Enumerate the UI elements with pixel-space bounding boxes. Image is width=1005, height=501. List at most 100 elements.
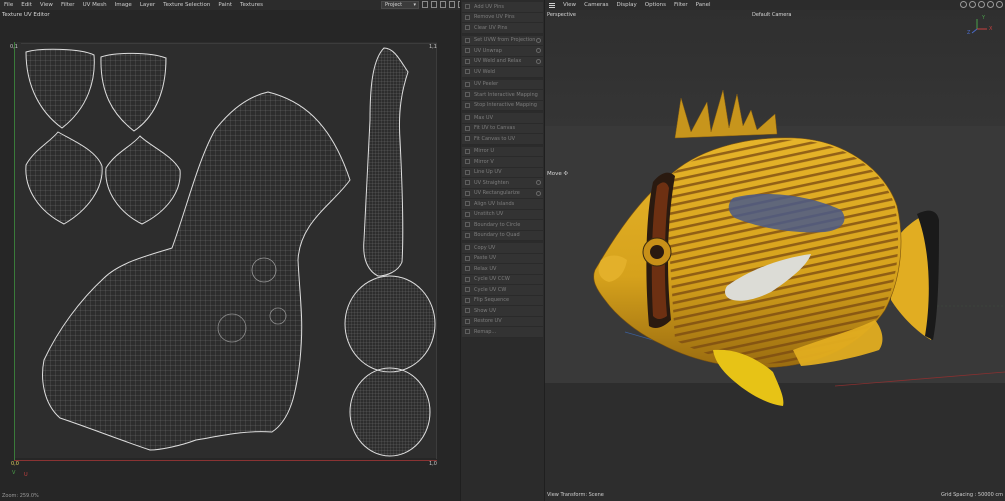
- cmd-label: UV Weld and Relax: [474, 58, 522, 65]
- menu-view[interactable]: View: [36, 2, 57, 8]
- u-axis-label: U: [24, 472, 28, 478]
- cmd-unstitch-uv[interactable]: Unstitch UV: [462, 210, 543, 220]
- cmd-label: Align UV Islands: [474, 200, 515, 207]
- vp-menu-display[interactable]: Display: [613, 2, 641, 8]
- histogram-icon[interactable]: [422, 1, 428, 8]
- cmd-uv-peeler[interactable]: UV Peeler: [462, 80, 543, 90]
- cmd-label: Remove UV Pins: [474, 14, 515, 21]
- pin-clear-icon: [465, 25, 470, 31]
- cmd-label: Clear UV Pins: [474, 24, 508, 31]
- cmd-group-transform: Mirror U Mirror V Line Up UV UV Straight…: [462, 146, 543, 241]
- camera-label[interactable]: Default Camera: [752, 12, 791, 18]
- uv-editor-title: Texture UV Editor: [2, 12, 50, 18]
- cmd-boundary-to-quad[interactable]: Boundary to Quad: [462, 231, 543, 241]
- cmd-label: UV Straighten: [474, 179, 509, 186]
- v-axis-label: V: [12, 470, 16, 476]
- cmd-uv-straighten[interactable]: UV Straighten: [462, 178, 543, 189]
- menu-paint[interactable]: Paint: [214, 2, 236, 8]
- cmd-flip-sequence[interactable]: Flip Sequence: [462, 296, 543, 306]
- cmd-copy-uv[interactable]: Copy UV: [462, 243, 543, 254]
- peeler-icon: [465, 81, 470, 87]
- cmd-cycle-uv-cw[interactable]: Cycle UV CW: [462, 285, 543, 296]
- menu-edit[interactable]: Edit: [17, 2, 36, 8]
- cmd-paste-uv[interactable]: Paste UV: [462, 254, 543, 264]
- menu-uv-mesh[interactable]: UV Mesh: [79, 2, 111, 8]
- cmd-mirror-u[interactable]: Mirror U: [462, 147, 543, 157]
- eye-icon: [465, 308, 470, 314]
- cmd-stop-interactive-mapping[interactable]: Stop Interactive Mapping: [462, 101, 543, 111]
- cmd-uv-weld-relax[interactable]: UV Weld and Relax: [462, 57, 543, 67]
- cmd-label: Fit UV to Canvas: [474, 125, 516, 132]
- cmd-restore-uv[interactable]: Restore UV: [462, 317, 543, 327]
- orbit-icon[interactable]: [960, 1, 967, 8]
- project-dropdown[interactable]: Project ▾: [381, 1, 419, 9]
- vp-menu-view[interactable]: View: [559, 2, 580, 8]
- perspective-viewport[interactable]: Perspective Default Camera Y X Z Move ✣ …: [545, 10, 1005, 501]
- menu-image[interactable]: Image: [111, 2, 136, 8]
- move-tool-label[interactable]: Move ✣: [547, 171, 568, 177]
- cmd-fit-canvas-to-uv[interactable]: Fit Canvas to UV: [462, 134, 543, 145]
- relax-icon: [465, 266, 470, 272]
- window-icon[interactable]: [449, 1, 455, 8]
- menu-textures[interactable]: Textures: [236, 2, 267, 8]
- zoom-icon[interactable]: [978, 1, 985, 8]
- cmd-add-uv-pins[interactable]: Add UV Pins: [462, 2, 543, 13]
- cmd-label: Paste UV: [474, 255, 497, 262]
- cmd-label: Remap...: [474, 328, 497, 335]
- cmd-fit-uv-to-canvas[interactable]: Fit UV to Canvas: [462, 124, 543, 134]
- cmd-boundary-to-circle[interactable]: Boundary to Circle: [462, 220, 543, 231]
- gear-icon[interactable]: [536, 190, 541, 196]
- cmd-start-interactive-mapping[interactable]: Start Interactive Mapping: [462, 90, 543, 101]
- cmd-set-uvw-from-projection[interactable]: Set UVW from Projection: [462, 36, 543, 46]
- view-name-label: Perspective: [547, 12, 576, 18]
- cmd-uv-unwrap[interactable]: UV Unwrap: [462, 46, 543, 57]
- weld-icon: [465, 69, 470, 75]
- cmd-label: UV Peeler: [474, 81, 499, 88]
- lock-icon[interactable]: [440, 1, 446, 8]
- viewport-nav-icons: [960, 1, 1003, 8]
- cmd-label: Cycle UV CW: [474, 286, 507, 293]
- menu-filter[interactable]: Filter: [57, 2, 79, 8]
- menu-layer[interactable]: Layer: [136, 2, 159, 8]
- remap-icon: [465, 329, 470, 335]
- cmd-uv-rectangularize[interactable]: UV Rectangularize: [462, 189, 543, 199]
- layers-icon[interactable]: [431, 1, 437, 8]
- cmd-label: Fit Canvas to UV: [474, 135, 516, 142]
- cmd-label: UV Weld: [474, 68, 495, 75]
- cmd-label: Unstitch UV: [474, 211, 504, 218]
- flip-icon: [465, 297, 470, 303]
- line-up-icon: [465, 169, 470, 175]
- gear-icon[interactable]: [536, 180, 541, 185]
- align-icon: [465, 201, 470, 207]
- maximize-view-icon[interactable]: [996, 1, 1003, 8]
- cmd-remap[interactable]: Remap...: [462, 327, 543, 338]
- cmd-max-uv[interactable]: Max UV: [462, 113, 543, 124]
- cmd-label: Copy UV: [474, 244, 496, 251]
- cmd-uv-weld[interactable]: UV Weld: [462, 67, 543, 78]
- vp-menu-cameras[interactable]: Cameras: [580, 2, 612, 8]
- menu-texture-selection[interactable]: Texture Selection: [159, 2, 214, 8]
- cmd-group-peeler: UV Peeler Start Interactive Mapping Stop…: [462, 79, 543, 111]
- uv-command-panel: Add UV Pins Remove UV Pins Clear UV Pins…: [460, 0, 545, 501]
- cmd-line-up-uv[interactable]: Line Up UV: [462, 168, 543, 178]
- vp-menu-filter[interactable]: Filter: [670, 2, 692, 8]
- cmd-relax-uv[interactable]: Relax UV: [462, 264, 543, 275]
- cmd-remove-uv-pins[interactable]: Remove UV Pins: [462, 13, 543, 23]
- rotate-icon[interactable]: [987, 1, 994, 8]
- vp-menu-options[interactable]: Options: [641, 2, 670, 8]
- menu-file[interactable]: File: [0, 2, 17, 8]
- cmd-mirror-v[interactable]: Mirror V: [462, 157, 543, 168]
- cmd-align-uv-islands[interactable]: Align UV Islands: [462, 199, 543, 210]
- gear-icon[interactable]: [536, 37, 541, 43]
- hamburger-menu-icon[interactable]: [545, 0, 559, 10]
- cmd-show-uv[interactable]: Show UV: [462, 306, 543, 317]
- unwrap-icon: [465, 48, 470, 54]
- cmd-label: Boundary to Quad: [474, 232, 520, 239]
- gear-icon[interactable]: [536, 58, 541, 64]
- uv-toolbar-icons: [422, 1, 464, 8]
- cmd-clear-uv-pins[interactable]: Clear UV Pins: [462, 23, 543, 34]
- pan-icon[interactable]: [969, 1, 976, 8]
- gear-icon[interactable]: [536, 48, 541, 53]
- cmd-cycle-uv-ccw[interactable]: Cycle UV CCW: [462, 275, 543, 285]
- vp-menu-panel[interactable]: Panel: [692, 2, 715, 8]
